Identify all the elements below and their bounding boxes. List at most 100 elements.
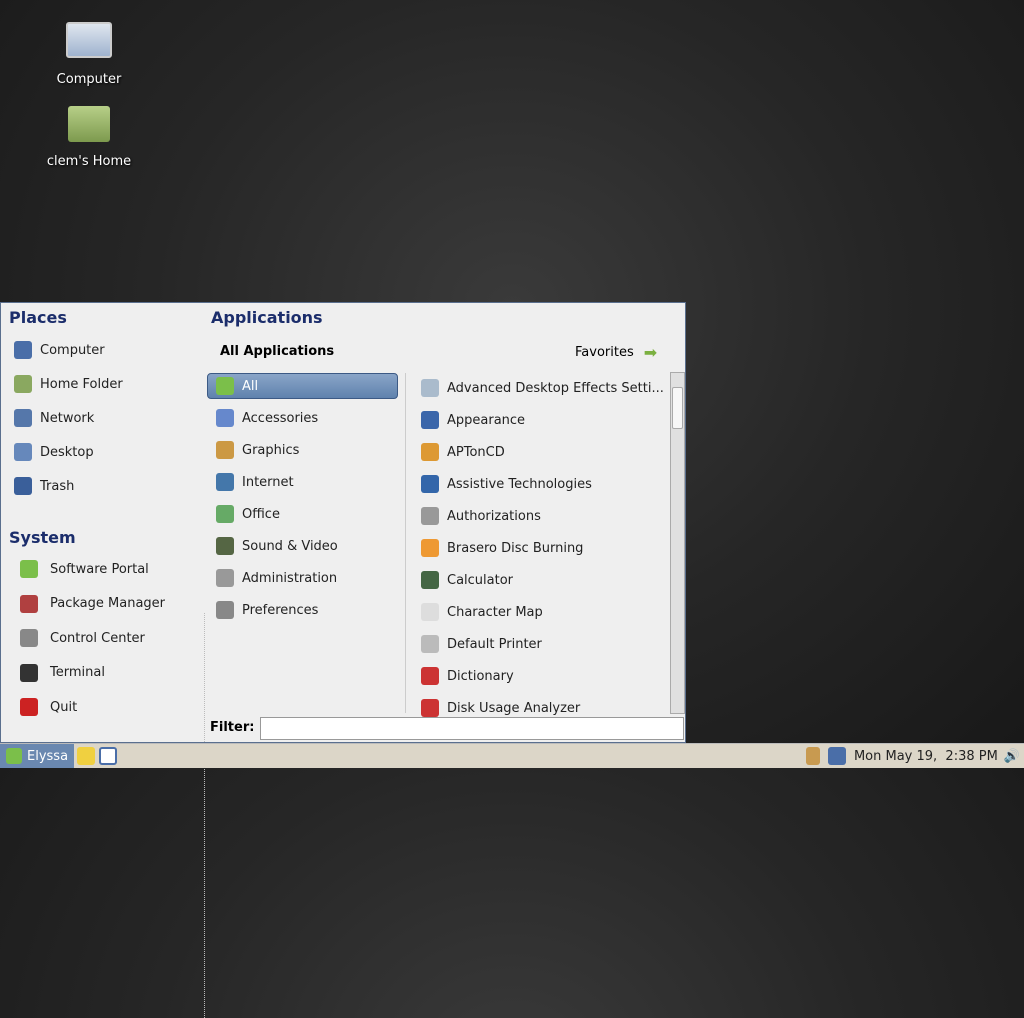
aptoncd-icon xyxy=(421,443,439,461)
app-item-dictionary[interactable]: Dictionary xyxy=(421,663,514,689)
scrollbar-thumb[interactable] xyxy=(672,387,683,429)
app-item-authorizations[interactable]: Authorizations xyxy=(421,503,541,529)
menu-button[interactable]: Elyssa xyxy=(0,744,75,768)
places-item-computer[interactable]: Computer xyxy=(14,337,105,363)
brasero-disc-burning-icon xyxy=(421,539,439,557)
places-item-home-folder[interactable]: Home Folder xyxy=(14,371,123,397)
desktop-icon-label: Computer xyxy=(56,72,122,87)
trash-icon xyxy=(14,477,32,495)
terminal-icon xyxy=(20,663,38,682)
category-label: Preferences xyxy=(242,602,319,618)
internet-icon xyxy=(216,473,234,491)
show-desktop-icon[interactable] xyxy=(99,747,118,765)
system-item-quit[interactable]: Quit xyxy=(20,694,77,720)
all-icon xyxy=(216,377,234,395)
app-item-label: APTonCD xyxy=(447,444,505,460)
app-item-assistive-technologies[interactable]: Assistive Technologies xyxy=(421,471,592,497)
category-label: All xyxy=(242,378,259,394)
notes-launcher-icon[interactable] xyxy=(77,747,96,765)
package-manager-icon xyxy=(20,594,38,613)
system-item-software-portal[interactable]: Software Portal xyxy=(20,556,149,582)
disk-usage-analyzer-icon xyxy=(421,699,439,717)
desktop-icon-home[interactable]: clem's Home xyxy=(39,106,139,169)
category-label: Internet xyxy=(242,474,294,490)
places-item-network[interactable]: Network xyxy=(14,405,94,431)
system-item-terminal[interactable]: Terminal xyxy=(20,660,105,686)
app-item-label: Appearance xyxy=(447,412,526,428)
main-menu: Places Computer Home Folder Network Desktop… xyxy=(0,302,686,1018)
graphics-icon xyxy=(216,441,234,459)
authorizations-icon xyxy=(421,507,439,525)
desktop-icon xyxy=(14,443,32,461)
divider xyxy=(405,373,406,713)
sound-video-icon xyxy=(216,537,234,555)
places-item-label: Trash xyxy=(40,478,75,494)
favorites-label: Favorites xyxy=(575,345,634,360)
app-item-label: Disk Usage Analyzer xyxy=(447,700,581,716)
clock[interactable]: Mon May 19, 2:38 PM xyxy=(854,749,998,764)
arrow-right-icon: ➡ xyxy=(643,343,658,362)
app-item-aptoncd[interactable]: APTonCD xyxy=(421,439,505,465)
taskbar: Elyssa Mon May 19, 2:38 PM 🔊 xyxy=(0,743,1024,768)
category-accessories[interactable]: Accessories xyxy=(216,405,318,431)
desktop-icon-label: clem's Home xyxy=(46,154,132,169)
lock-icon[interactable] xyxy=(805,747,820,765)
places-heading: Places xyxy=(9,308,67,327)
places-item-label: Network xyxy=(40,410,95,426)
software-portal-icon xyxy=(20,560,38,578)
filter-input[interactable] xyxy=(260,717,684,740)
system-item-label: Terminal xyxy=(50,665,105,680)
app-item-advanced-desktop-effects-setti-[interactable]: Advanced Desktop Effects Setti... xyxy=(421,375,664,401)
app-item-calculator[interactable]: Calculator xyxy=(421,567,513,593)
app-item-label: Assistive Technologies xyxy=(447,476,592,492)
app-item-label: Brasero Disc Burning xyxy=(447,540,584,556)
places-item-label: Home Folder xyxy=(40,376,123,392)
category-label: Sound & Video xyxy=(242,538,338,554)
places-item-label: Computer xyxy=(40,342,105,358)
category-graphics[interactable]: Graphics xyxy=(216,437,299,463)
menu-button-label: Elyssa xyxy=(27,748,69,764)
mint-logo-icon xyxy=(6,748,22,764)
favorites-button[interactable]: Favorites ➡ xyxy=(575,343,657,362)
app-item-default-printer[interactable]: Default Printer xyxy=(421,631,542,657)
category-internet[interactable]: Internet xyxy=(216,469,294,495)
network-icon[interactable] xyxy=(827,747,846,765)
app-item-label: Authorizations xyxy=(447,508,541,524)
network-icon xyxy=(14,409,32,427)
system-heading: System xyxy=(9,528,76,547)
app-item-character-map[interactable]: Character Map xyxy=(421,599,543,625)
home-folder-icon xyxy=(14,375,32,393)
app-item-label: Advanced Desktop Effects Setti... xyxy=(447,380,664,396)
category-label: Administration xyxy=(242,570,338,586)
default-printer-icon xyxy=(421,635,439,653)
office-icon xyxy=(216,505,234,523)
computer-icon xyxy=(66,22,112,58)
places-item-label: Desktop xyxy=(40,444,94,460)
app-item-label: Default Printer xyxy=(447,636,542,652)
system-item-label: Quit xyxy=(50,699,78,715)
app-item-label: Character Map xyxy=(447,604,543,620)
places-item-trash[interactable]: Trash xyxy=(14,473,74,499)
filter-label: Filter: xyxy=(210,720,255,735)
administration-icon xyxy=(216,569,234,587)
desktop-icon-computer[interactable]: Computer xyxy=(39,22,139,87)
app-item-brasero-disc-burning[interactable]: Brasero Disc Burning xyxy=(421,535,583,561)
app-item-appearance[interactable]: Appearance xyxy=(421,407,525,433)
category-administration[interactable]: Administration xyxy=(216,565,337,591)
apps-scrollbar[interactable] xyxy=(670,372,685,714)
system-item-package-manager[interactable]: Package Manager xyxy=(20,591,165,617)
volume-icon[interactable]: 🔊 xyxy=(1004,749,1020,764)
places-item-desktop[interactable]: Desktop xyxy=(14,439,94,465)
applications-heading: Applications xyxy=(211,308,323,327)
category-office[interactable]: Office xyxy=(216,501,280,527)
computer-icon xyxy=(14,341,32,359)
all-applications-label: All Applications xyxy=(220,344,335,359)
advanced-desktop-effects-setti--icon xyxy=(421,379,439,397)
category-preferences[interactable]: Preferences xyxy=(216,597,318,623)
system-item-label: Software Portal xyxy=(50,561,149,577)
accessories-icon xyxy=(216,409,234,427)
category-label: Accessories xyxy=(242,410,319,426)
category-all[interactable]: All xyxy=(216,373,258,399)
category-sound-video[interactable]: Sound & Video xyxy=(216,533,338,559)
system-item-control-center[interactable]: Control Center xyxy=(20,625,145,651)
